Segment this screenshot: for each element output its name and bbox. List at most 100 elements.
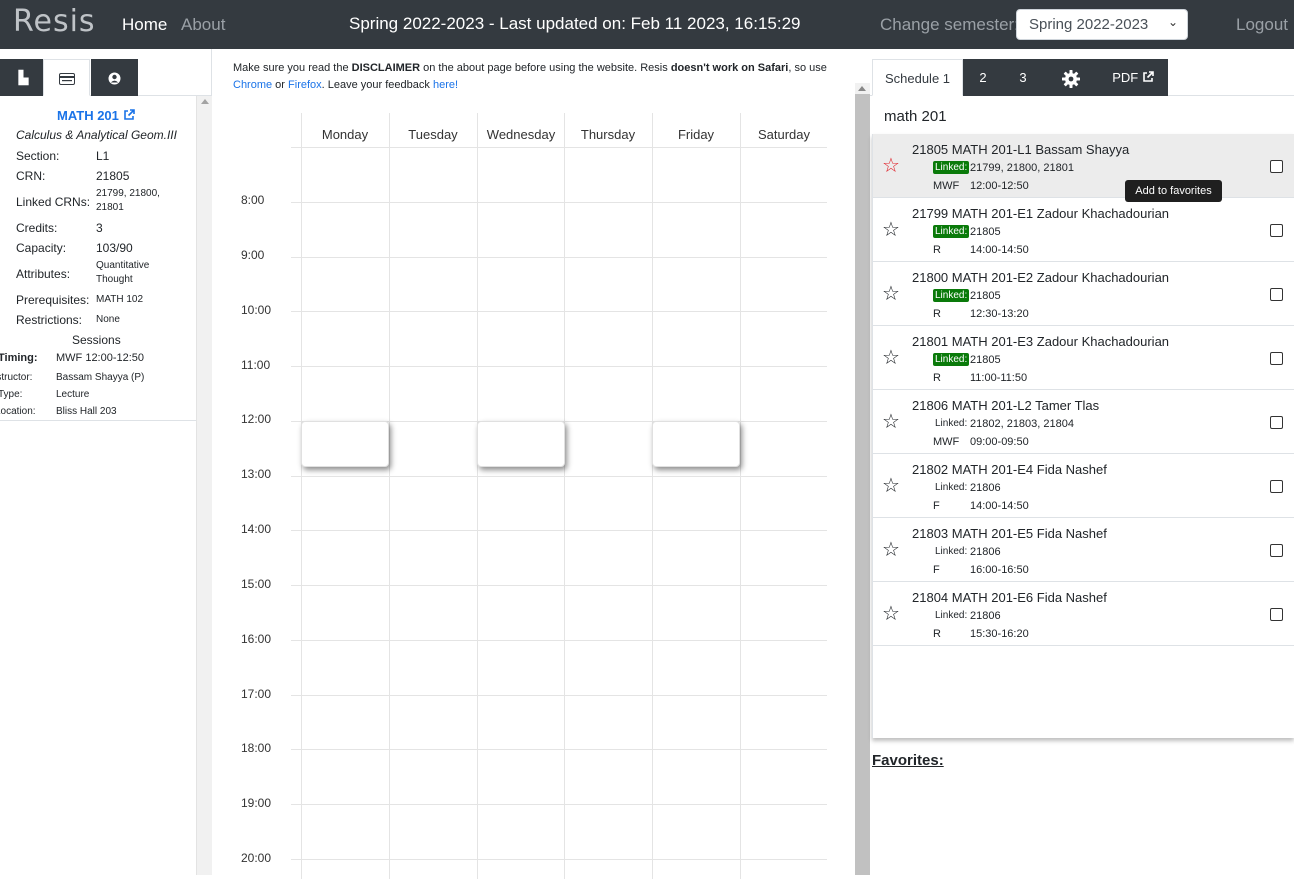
weekly-calendar: Monday Tuesday Wednesday Thursday Friday…: [213, 109, 855, 879]
list-item[interactable]: ☆ 21804 MATH 201-E6 Fida Nashef Linked: …: [873, 582, 1294, 646]
session-block-friday[interactable]: [652, 421, 740, 467]
linked-label: Linked:: [935, 482, 968, 493]
chrome-link[interactable]: Chrome: [233, 79, 272, 91]
list-item[interactable]: ☆ 21801 MATH 201-E3 Zadour Khachadourian…: [873, 326, 1294, 390]
sessions-list: Timing: MWF 12:00-12:50 Instructor: Bass…: [0, 49, 196, 875]
schedule-panel: Make sure you read the DISCLAIMER on the…: [213, 49, 870, 879]
grid-line: [291, 859, 827, 860]
result-days: F: [933, 564, 940, 576]
star-icon[interactable]: ☆: [882, 156, 900, 176]
result-days: MWF: [933, 180, 960, 192]
scroll-up-arrow-icon[interactable]: [858, 86, 866, 91]
star-icon[interactable]: ☆: [882, 540, 900, 560]
hour-label: 14:00: [241, 522, 272, 536]
result-title: 21803 MATH 201-E5 Fida Nashef: [912, 526, 1107, 541]
grid-line: [389, 113, 390, 879]
session-type-value: Lecture: [56, 389, 90, 400]
nav-about-link[interactable]: About: [181, 15, 225, 35]
session-block-monday[interactable]: [301, 421, 389, 467]
page-title: Spring 2022-2023 - Last updated on: Feb …: [349, 14, 801, 33]
favorites-heading: Favorites:: [872, 752, 944, 769]
course-search-input[interactable]: [872, 101, 1292, 131]
linked-label: Linked:: [935, 546, 968, 557]
result-days: MWF: [933, 436, 960, 448]
tab-settings[interactable]: [1043, 59, 1098, 96]
center-scrollbar-thumb[interactable]: [855, 94, 870, 875]
grid-line: [291, 366, 827, 367]
linked-label: Linked:: [935, 418, 968, 429]
list-item[interactable]: ☆ 21806 MATH 201-L2 Tamer Tlas Linked: 2…: [873, 390, 1294, 454]
select-checkbox[interactable]: [1270, 416, 1283, 429]
session-timing-value: MWF 12:00-12:50: [56, 352, 145, 364]
result-time: 15:30-16:20: [970, 628, 1029, 640]
select-checkbox[interactable]: [1270, 608, 1283, 621]
tab-schedule-3[interactable]: 3: [1003, 59, 1043, 96]
hour-label: 10:00: [241, 303, 272, 317]
linked-crns: 21805: [970, 226, 1001, 238]
tab-schedule-1[interactable]: Schedule 1: [872, 59, 963, 96]
star-icon[interactable]: ☆: [882, 220, 900, 240]
select-checkbox[interactable]: [1270, 224, 1283, 237]
disclaimer-text: DISCLAIMER: [351, 62, 421, 74]
grid-line: [291, 202, 827, 203]
linked-crns: 21806: [970, 546, 1001, 558]
disclaimer-notice: Make sure you read the DISCLAIMER on the…: [233, 62, 827, 91]
left-scrollbar[interactable]: [196, 96, 212, 875]
hour-label: 9:00: [241, 248, 265, 262]
logo[interactable]: Resis: [13, 4, 96, 39]
star-icon[interactable]: ☆: [882, 604, 900, 624]
star-icon[interactable]: ☆: [882, 284, 900, 304]
center-scrollbar-track[interactable]: [855, 83, 870, 94]
select-checkbox[interactable]: [1270, 160, 1283, 173]
star-icon[interactable]: ☆: [882, 412, 900, 432]
select-checkbox[interactable]: [1270, 544, 1283, 557]
result-time: 12:00-12:50: [970, 180, 1029, 192]
select-checkbox[interactable]: [1270, 352, 1283, 365]
tab-pdf[interactable]: PDF: [1098, 59, 1168, 96]
linked-badge: Linked:: [933, 289, 970, 302]
linked-crns: 21806: [970, 610, 1001, 622]
result-days: R: [933, 372, 941, 384]
divider: [0, 420, 196, 421]
grid-line: [291, 257, 827, 258]
result-title: 21804 MATH 201-E6 Fida Nashef: [912, 590, 1107, 605]
grid-line: [291, 311, 827, 312]
star-icon[interactable]: ☆: [882, 348, 900, 368]
linked-label: Linked:: [935, 610, 968, 621]
grid-line: [291, 749, 827, 750]
grid-line: [301, 113, 302, 879]
session-instructor-value: Bassam Shayya (P): [56, 372, 145, 383]
feedback-link[interactable]: here!: [433, 79, 458, 91]
session-location-label: Location:: [0, 406, 36, 417]
nav-home-link[interactable]: Home: [122, 15, 167, 35]
hour-label: 15:00: [241, 577, 272, 591]
result-time: 14:00-14:50: [970, 244, 1029, 256]
list-item[interactable]: ☆ 21799 MATH 201-E1 Zadour Khachadourian…: [873, 198, 1294, 262]
session-type-label: Type:: [0, 389, 23, 400]
star-icon[interactable]: ☆: [882, 476, 900, 496]
session-block-wednesday[interactable]: [477, 421, 565, 467]
result-time: 14:00-14:50: [970, 500, 1029, 512]
list-item[interactable]: ☆ 21802 MATH 201-E4 Fida Nashef Linked: …: [873, 454, 1294, 518]
day-header-thursday: Thursday: [580, 127, 636, 142]
semester-select-value: Spring 2022-2023: [1029, 16, 1149, 33]
result-time: 09:00-09:50: [970, 436, 1029, 448]
day-header-tuesday: Tuesday: [408, 127, 458, 142]
result-title: 21801 MATH 201-E3 Zadour Khachadourian: [912, 334, 1170, 349]
list-item[interactable]: ☆ 21800 MATH 201-E2 Zadour Khachadourian…: [873, 262, 1294, 326]
firefox-link[interactable]: Firefox: [288, 79, 322, 91]
result-title: 21802 MATH 201-E4 Fida Nashef: [912, 462, 1107, 477]
tab-schedule-2[interactable]: 2: [963, 59, 1003, 96]
select-checkbox[interactable]: [1270, 480, 1283, 493]
result-days: R: [933, 628, 941, 640]
hour-label: 8:00: [241, 193, 265, 207]
hour-label: 13:00: [241, 467, 272, 481]
scroll-up-arrow-icon[interactable]: [201, 99, 209, 104]
result-time: 16:00-16:50: [970, 564, 1029, 576]
list-item[interactable]: ☆ 21805 MATH 201-L1 Bassam Shayya Linked…: [873, 134, 1294, 198]
logout-link[interactable]: Logout: [1236, 15, 1288, 35]
grid-line: [477, 113, 478, 879]
list-item[interactable]: ☆ 21803 MATH 201-E5 Fida Nashef Linked: …: [873, 518, 1294, 582]
semester-select[interactable]: Spring 2022-2023 ⌄: [1016, 9, 1188, 40]
select-checkbox[interactable]: [1270, 288, 1283, 301]
